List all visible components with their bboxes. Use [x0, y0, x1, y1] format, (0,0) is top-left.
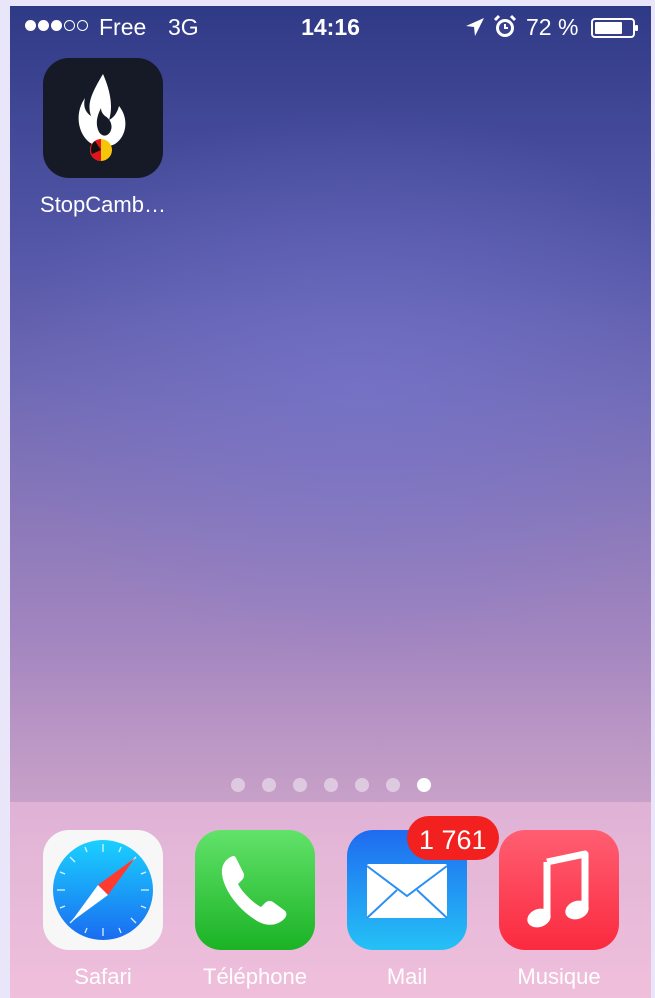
mail-unread-badge: 1 761 — [407, 816, 499, 860]
page-dot — [385, 778, 400, 792]
app-label: Musique — [517, 964, 601, 989]
page-dot — [354, 778, 369, 792]
app-stopcamb[interactable]: StopCamb… — [33, 58, 173, 218]
dock-app-phone[interactable]: Téléphone — [185, 830, 325, 990]
app-label: Téléphone — [203, 964, 307, 989]
page-dot — [323, 778, 338, 792]
safari-compass-icon — [43, 830, 163, 950]
app-label: StopCamb… — [40, 192, 166, 217]
status-time-text: 14:16 — [301, 14, 360, 40]
battery-icon — [591, 18, 638, 38]
page-dot — [261, 778, 276, 792]
stopcamb-flame-icon — [43, 58, 163, 178]
location-arrow-icon — [466, 18, 484, 36]
music-note-icon — [499, 830, 619, 950]
dock-app-safari[interactable]: Safari — [33, 830, 173, 990]
page-dot — [292, 778, 307, 792]
dock: Safari Téléphone Mail Musique — [10, 802, 651, 998]
alarm-clock-icon — [493, 14, 517, 37]
dock-app-music[interactable]: Musique — [489, 830, 629, 990]
phone-handset-icon — [195, 830, 315, 950]
page-dot — [230, 778, 245, 792]
battery-percent: 72 % — [526, 14, 579, 40]
page-dot-active — [416, 778, 431, 792]
home-screen: Free 3G 14:16 72 % StopCamb… Safari Télé… — [10, 6, 651, 998]
page-indicator[interactable] — [10, 778, 651, 794]
app-label: Mail — [386, 964, 428, 989]
status-bar: Free 3G 14:16 72 % — [10, 6, 651, 48]
app-label: Safari — [74, 964, 132, 989]
